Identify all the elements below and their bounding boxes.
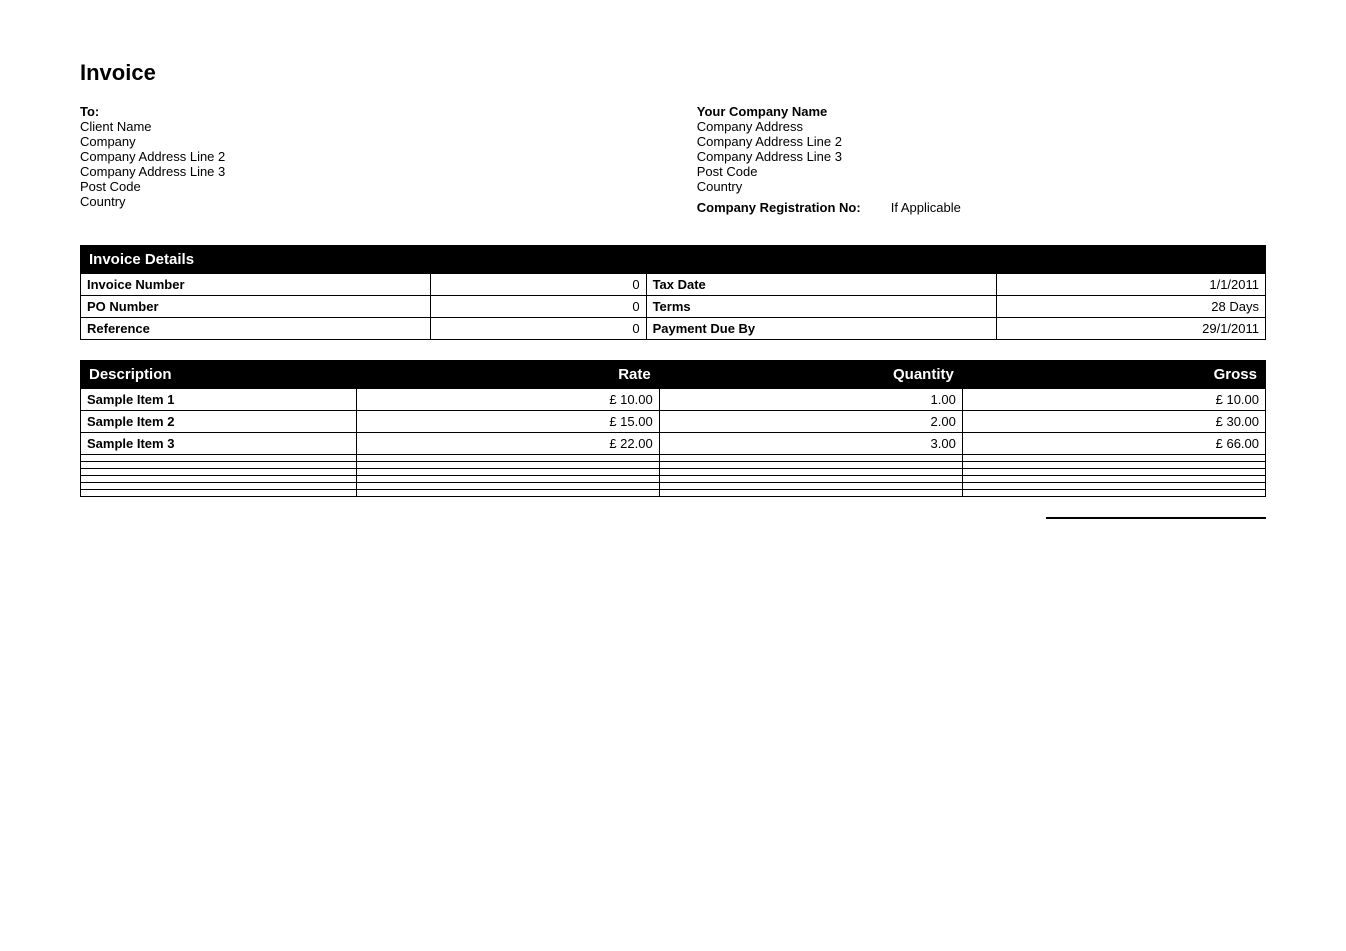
item-rate: £ 22.00	[356, 433, 659, 455]
client-post-code: Post Code	[80, 179, 649, 194]
item-gross	[962, 476, 1265, 483]
invoice-details-table: Invoice Details Invoice Number 0 Tax Dat…	[80, 245, 1266, 340]
payment-due-value: 29/1/2011	[996, 318, 1265, 340]
item-quantity: 1.00	[659, 389, 962, 411]
item-gross	[962, 483, 1265, 490]
item-description	[81, 483, 357, 490]
client-address-line3: Company Address Line 3	[80, 164, 649, 179]
company-reg-value: If Applicable	[891, 200, 961, 215]
invoice-title: Invoice	[80, 60, 1266, 86]
gross-total-value	[1046, 517, 1266, 523]
table-row	[81, 462, 1266, 469]
client-address-line2: Company Address Line 2	[80, 149, 649, 164]
item-rate	[356, 455, 659, 462]
item-quantity	[659, 462, 962, 469]
your-company-address-line2: Company Address Line 2	[697, 134, 1266, 149]
po-number-value: 0	[431, 296, 646, 318]
table-row: Sample Item 2£ 15.002.00£ 30.00	[81, 411, 1266, 433]
tax-date-value: 1/1/2011	[996, 274, 1265, 296]
table-row	[81, 483, 1266, 490]
bill-to-section: To: Client Name Company Company Address …	[80, 104, 649, 215]
gross-total-row	[80, 517, 1266, 523]
item-description: Sample Item 1	[81, 389, 357, 411]
client-company: Company	[80, 134, 649, 149]
your-company-address-line3: Company Address Line 3	[697, 149, 1266, 164]
item-rate: £ 10.00	[356, 389, 659, 411]
item-gross: £ 10.00	[962, 389, 1265, 411]
your-company-address: Company Address	[697, 119, 1266, 134]
header-gross: Gross	[962, 361, 1265, 389]
reference-value: 0	[431, 318, 646, 340]
item-quantity	[659, 455, 962, 462]
table-row	[81, 490, 1266, 497]
item-quantity	[659, 476, 962, 483]
to-label: To:	[80, 104, 649, 119]
item-description	[81, 476, 357, 483]
reference-label: Reference	[81, 318, 431, 340]
item-description	[81, 469, 357, 476]
table-row: Sample Item 1£ 10.001.00£ 10.00	[81, 389, 1266, 411]
item-rate	[356, 469, 659, 476]
item-gross: £ 66.00	[962, 433, 1265, 455]
item-quantity	[659, 483, 962, 490]
item-gross	[962, 455, 1265, 462]
po-number-label: PO Number	[81, 296, 431, 318]
item-gross	[962, 462, 1265, 469]
item-quantity: 2.00	[659, 411, 962, 433]
your-company-country: Country	[697, 179, 1266, 194]
item-rate	[356, 490, 659, 497]
header-quantity: Quantity	[659, 361, 962, 389]
your-company-section: Your Company Name Company Address Compan…	[697, 104, 1266, 215]
company-reg-label: Company Registration No:	[697, 200, 861, 215]
item-quantity	[659, 490, 962, 497]
payment-due-label: Payment Due By	[646, 318, 996, 340]
table-row	[81, 469, 1266, 476]
invoice-number-value: 0	[431, 274, 646, 296]
your-company-post-code: Post Code	[697, 164, 1266, 179]
item-quantity	[659, 469, 962, 476]
item-gross: £ 30.00	[962, 411, 1265, 433]
tax-date-label: Tax Date	[646, 274, 996, 296]
header-description: Description	[81, 361, 357, 389]
header-rate: Rate	[356, 361, 659, 389]
table-row	[81, 455, 1266, 462]
table-row	[81, 476, 1266, 483]
company-reg-row: Company Registration No: If Applicable	[697, 200, 1266, 215]
client-name: Client Name	[80, 119, 649, 134]
item-rate	[356, 462, 659, 469]
table-row: Sample Item 3£ 22.003.00£ 66.00	[81, 433, 1266, 455]
item-rate	[356, 476, 659, 483]
item-description	[81, 462, 357, 469]
item-quantity: 3.00	[659, 433, 962, 455]
items-table: Description Rate Quantity Gross Sample I…	[80, 360, 1266, 497]
terms-value: 28 Days	[996, 296, 1265, 318]
your-company-name: Your Company Name	[697, 104, 1266, 119]
item-rate	[356, 483, 659, 490]
item-gross	[962, 469, 1265, 476]
item-description: Sample Item 3	[81, 433, 357, 455]
item-description	[81, 490, 357, 497]
terms-label: Terms	[646, 296, 996, 318]
item-description: Sample Item 2	[81, 411, 357, 433]
invoice-number-label: Invoice Number	[81, 274, 431, 296]
invoice-details-header: Invoice Details	[81, 246, 1266, 274]
item-description	[81, 455, 357, 462]
item-gross	[962, 490, 1265, 497]
header-section: To: Client Name Company Company Address …	[80, 104, 1266, 215]
item-rate: £ 15.00	[356, 411, 659, 433]
client-country: Country	[80, 194, 649, 209]
